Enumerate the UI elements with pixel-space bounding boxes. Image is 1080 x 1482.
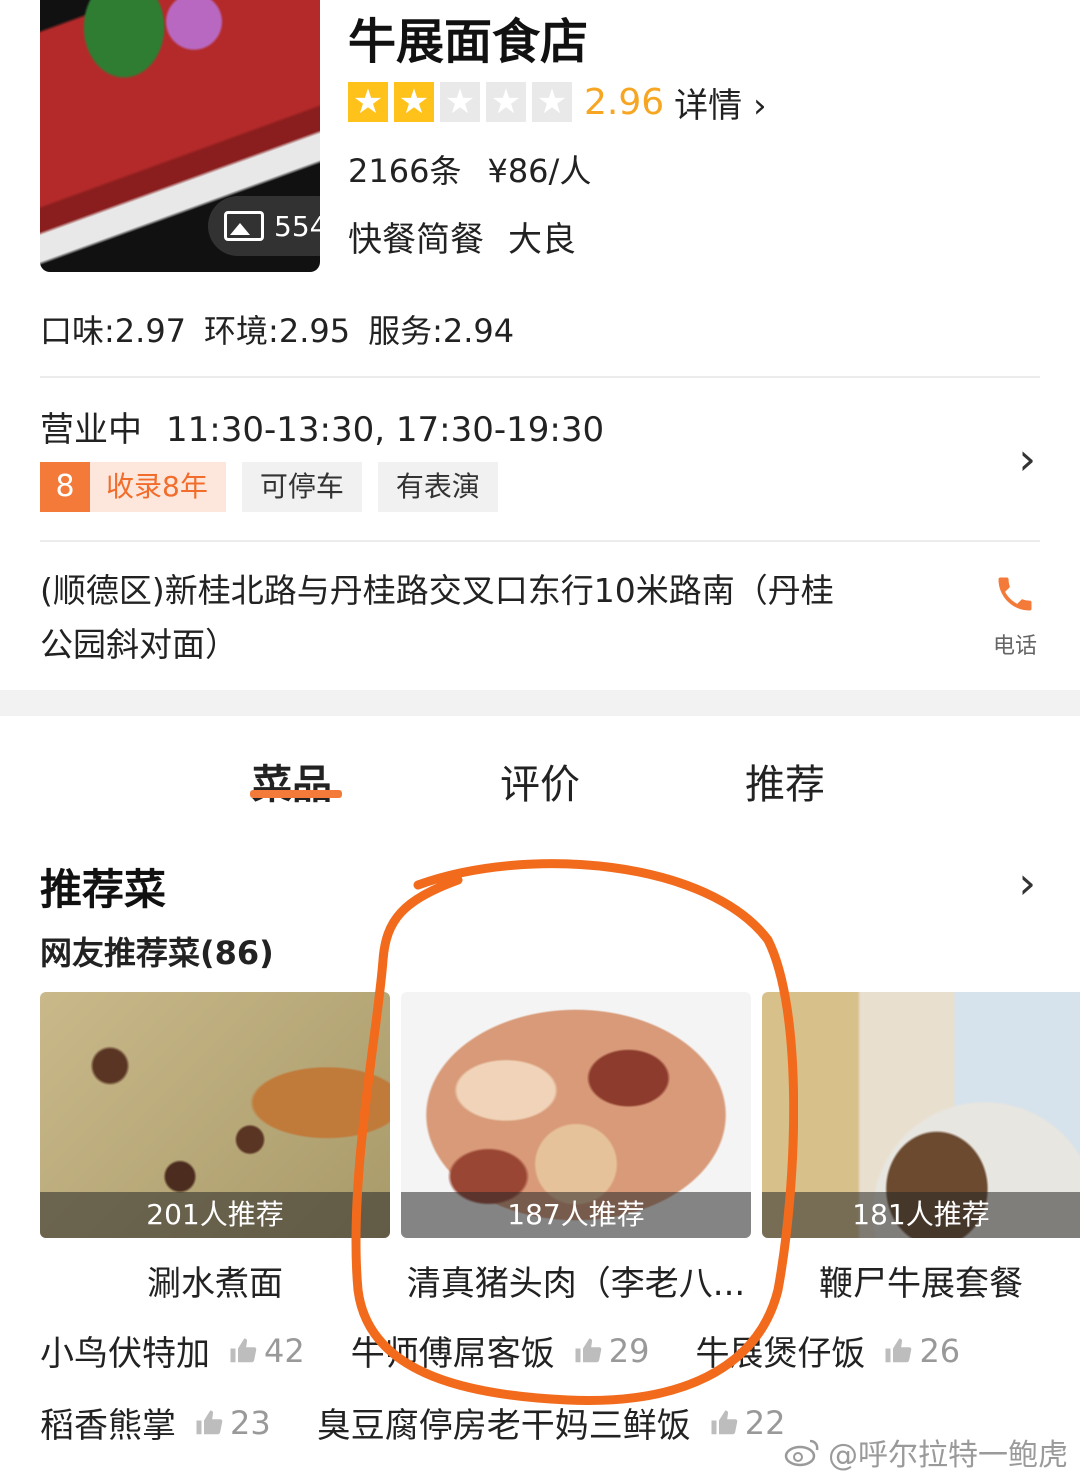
- chevron-right-icon: ›: [752, 85, 767, 126]
- star-icon: ★: [440, 82, 480, 122]
- divider: [40, 540, 1040, 542]
- tab-reviews[interactable]: 评价: [500, 752, 580, 810]
- dish-card[interactable]: 187人推荐 清真猪头肉（李老八...: [401, 992, 751, 1305]
- score-taste: 口味:2.97: [40, 312, 187, 350]
- tag-performance: 有表演: [377, 462, 498, 512]
- section-subtitle: 网友推荐菜(86): [40, 934, 274, 972]
- dish-card[interactable]: 181人推荐 鞭尸牛展套餐: [762, 992, 1080, 1305]
- dish-list-name: 臭豆腐停房老干妈三鲜饭: [316, 1406, 691, 1446]
- shop-cover-photo[interactable]: 5541: [40, 0, 320, 272]
- like-count: 26: [919, 1331, 961, 1370]
- tab-recommend[interactable]: 推荐: [745, 752, 825, 810]
- open-status: 营业中: [40, 410, 142, 450]
- dish-recommend-count: 187人推荐: [401, 1192, 751, 1238]
- photo-count: 5541: [274, 209, 320, 243]
- active-tab-indicator: [250, 790, 342, 798]
- dish-list-row: 小鸟伏特加 42 牛师傅屌客饭 29 牛展煲仔饭 26: [40, 1326, 1006, 1375]
- phone-icon: [998, 577, 1032, 611]
- like-count: 23: [230, 1403, 271, 1442]
- dish-card[interactable]: 201人推荐 涮水煮面: [40, 992, 390, 1305]
- dish-name: 鞭尸牛展套餐: [819, 1264, 1023, 1304]
- star-icon: ★: [532, 82, 572, 122]
- tab-bar: 菜品 评价 推荐: [0, 752, 1080, 812]
- shop-category: 快餐简餐 大良: [348, 212, 576, 261]
- score-environment: 环境:2.95: [204, 312, 351, 350]
- shop-meta: 2166条 ¥86/人: [348, 146, 591, 192]
- divider: [40, 376, 1040, 378]
- weibo-logo-icon: [784, 1439, 819, 1467]
- like-count: 42: [264, 1331, 305, 1370]
- dish-list-name: 小鸟伏特加: [40, 1334, 210, 1374]
- price-per-person: ¥86/人: [487, 152, 592, 190]
- list-item[interactable]: 臭豆腐停房老干妈三鲜饭 22: [317, 1398, 786, 1447]
- thumbs-up-icon: [230, 1338, 257, 1362]
- image-icon: [224, 211, 264, 241]
- list-item[interactable]: 稻香熊掌 23: [40, 1398, 271, 1447]
- tag-years-label: 收录8年: [106, 470, 208, 503]
- thumbs-up-icon: [711, 1410, 738, 1434]
- watermark-text: @呼尔拉特一鲍虎: [828, 1438, 1068, 1473]
- dish-name: 涮水煮面: [147, 1264, 283, 1304]
- dish-recommend-count: 181人推荐: [762, 1192, 1080, 1238]
- detail-label: 详情: [674, 85, 743, 126]
- rating-score: 2.96: [584, 81, 665, 123]
- star-icon: ★: [394, 82, 434, 122]
- reviews-count: 2166条: [348, 152, 462, 190]
- sub-scores: 口味:2.97 环境:2.95 服务:2.94: [40, 306, 514, 352]
- like-count: 22: [744, 1403, 786, 1442]
- rating-row[interactable]: ★ ★ ★ ★ ★ 2.96 详情 ›: [348, 78, 767, 127]
- star-icon: ★: [486, 82, 526, 122]
- address-line-2: 公园斜对面）: [40, 625, 238, 664]
- tag-years-number: 8: [40, 462, 90, 512]
- dish-list-name: 牛展煲仔饭: [695, 1334, 866, 1374]
- section-separator: [0, 690, 1080, 716]
- photo-count-badge[interactable]: 5541: [208, 196, 320, 256]
- shop-tags: 8 收录8年 可停车 有表演: [40, 462, 498, 512]
- dish-recommend-count: 201人推荐: [40, 1192, 390, 1238]
- shop-address[interactable]: (顺德区)新桂北路与丹桂路交叉口东行10米路南（丹桂 公园斜对面）: [40, 564, 920, 672]
- list-item[interactable]: 牛师傅屌客饭 29: [351, 1326, 650, 1375]
- dish-photo: 181人推荐: [762, 992, 1080, 1238]
- tab-dishes[interactable]: 菜品: [252, 752, 332, 810]
- tag-years-listed: 8 收录8年: [40, 462, 226, 512]
- phone-label: 电话: [992, 634, 1037, 659]
- area: 大良: [508, 220, 576, 260]
- category: 快餐简餐: [348, 220, 484, 260]
- thumbs-up-icon: [196, 1410, 223, 1434]
- hours-text: 11:30-13:30, 17:30-19:30: [166, 410, 605, 450]
- dish-name: 清真猪头肉（李老八...: [406, 1264, 746, 1304]
- tag-parking: 可停车: [241, 462, 362, 512]
- like-count: 29: [608, 1331, 650, 1370]
- dish-photo: 187人推荐: [401, 992, 751, 1238]
- list-item[interactable]: 牛展煲仔饭 26: [695, 1326, 960, 1375]
- address-line-1: (顺德区)新桂北路与丹桂路交叉口东行10米路南（丹桂: [40, 571, 834, 610]
- star-icon: ★: [348, 82, 388, 122]
- dish-list-name: 稻香熊掌: [40, 1406, 176, 1446]
- shop-name: 牛展面食店: [348, 14, 589, 70]
- thumbs-up-icon: [575, 1338, 602, 1362]
- score-service: 服务:2.94: [368, 312, 515, 350]
- section-chevron-right-icon[interactable]: ›: [1018, 858, 1036, 909]
- thumbs-up-icon: [885, 1338, 912, 1362]
- dish-list-name: 牛师傅屌客饭: [350, 1334, 555, 1374]
- dish-photo: 201人推荐: [40, 992, 390, 1238]
- weibo-watermark: @呼尔拉特一鲍虎: [784, 1430, 1068, 1474]
- detail-link[interactable]: 详情 ›: [674, 78, 766, 127]
- phone-button[interactable]: 电话: [980, 572, 1050, 660]
- business-hours: 营业中 11:30-13:30, 17:30-19:30: [40, 402, 604, 451]
- hours-chevron-right-icon[interactable]: ›: [1018, 434, 1036, 485]
- dish-list-row: 稻香熊掌 23 臭豆腐停房老干妈三鲜饭 22: [40, 1398, 831, 1447]
- section-title: 推荐菜: [40, 865, 167, 914]
- list-item[interactable]: 小鸟伏特加 42: [40, 1326, 305, 1375]
